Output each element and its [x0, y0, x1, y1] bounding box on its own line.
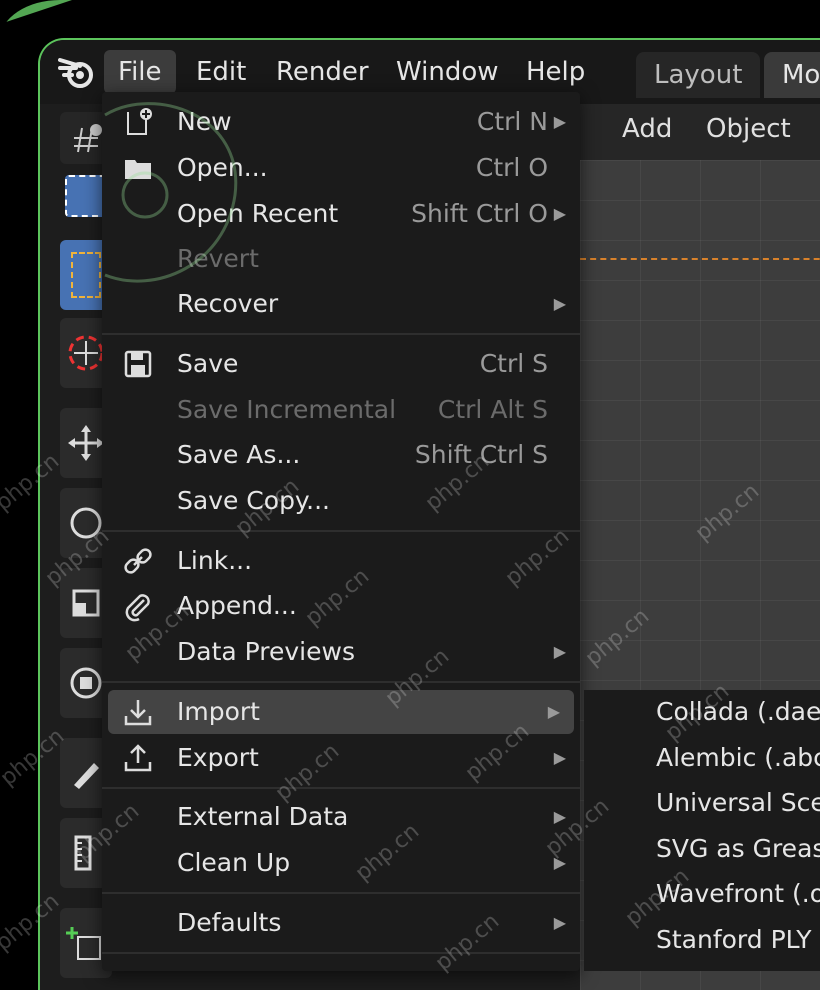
menu-item-revert: Revert — [177, 244, 259, 273]
menu-separator — [102, 952, 580, 954]
submenu-arrow-icon: ▶ — [553, 853, 566, 872]
menu-separator — [102, 787, 580, 789]
import-svg-grease-pencil[interactable]: SVG as Grease — [656, 827, 820, 871]
menu-edit[interactable]: Edit — [182, 50, 260, 94]
menu-item-save-incremental: Save Incremental Ctrl Alt S — [177, 395, 548, 424]
menu-separator — [102, 333, 580, 335]
tab-layout[interactable]: Layout — [636, 52, 761, 98]
menu-separator — [102, 681, 580, 683]
menu-file[interactable]: File — [104, 50, 176, 94]
viewport-menu-add[interactable]: Add — [622, 114, 672, 144]
tab-modeling[interactable]: Mo — [764, 52, 820, 98]
submenu-arrow-icon: ▶ — [553, 112, 566, 131]
menu-item-defaults[interactable]: Defaults ▶ — [102, 901, 580, 945]
blender-logo-icon[interactable] — [58, 54, 96, 92]
save-icon — [122, 348, 154, 380]
submenu-arrow-icon: ▶ — [553, 807, 566, 826]
menu-separator — [102, 530, 580, 532]
menu-item-export[interactable]: Export ▶ — [102, 736, 580, 780]
submenu-arrow-icon: ▶ — [553, 294, 566, 313]
selection-outline — [580, 258, 820, 260]
import-icon — [122, 696, 154, 728]
import-alembic[interactable]: Alembic (.abc — [656, 736, 820, 780]
folder-icon — [122, 152, 154, 184]
menu-item-save[interactable]: Save Ctrl S — [102, 342, 580, 386]
menu-item-append[interactable]: Append... — [102, 584, 580, 628]
file-menu: New Ctrl N ▶ Open... Ctrl O Open Recent … — [102, 92, 580, 971]
menu-help[interactable]: Help — [512, 50, 599, 94]
menu-item-save-copy[interactable]: Save Copy... — [102, 479, 580, 523]
viewport-header: Add Object — [580, 104, 820, 160]
submenu-arrow-icon: ▶ — [553, 913, 566, 932]
import-wavefront-obj[interactable]: Wavefront (.ol — [656, 872, 820, 916]
menu-item-open[interactable]: Open... Ctrl O — [102, 146, 580, 190]
import-collada[interactable]: Collada (.dae) — [656, 690, 820, 734]
menu-item-recover[interactable]: Recover ▶ — [102, 282, 580, 326]
menu-item-external-data[interactable]: External Data ▶ — [102, 795, 580, 839]
link-icon — [122, 545, 154, 577]
menu-item-link[interactable]: Link... — [102, 539, 580, 583]
menu-item-clean-up[interactable]: Clean Up ▶ — [102, 841, 580, 885]
menu-render[interactable]: Render — [262, 50, 383, 94]
menu-window[interactable]: Window — [382, 50, 513, 94]
submenu-arrow-icon: ▶ — [553, 204, 566, 223]
import-stanford-ply[interactable]: Stanford PLY — [656, 918, 812, 962]
import-usd[interactable]: Universal Sce — [656, 781, 820, 825]
new-file-icon — [122, 106, 154, 138]
submenu-arrow-icon: ▶ — [553, 642, 566, 661]
menu-item-open-recent[interactable]: Open Recent Shift Ctrl O ▶ — [102, 192, 580, 236]
menu-item-import[interactable]: Import ▶ — [108, 690, 574, 734]
menu-item-data-previews[interactable]: Data Previews ▶ — [102, 630, 580, 674]
menu-separator — [102, 892, 580, 894]
import-submenu: Collada (.dae) Alembic (.abc Universal S… — [584, 690, 820, 971]
submenu-arrow-icon: ▶ — [553, 748, 566, 767]
submenu-arrow-icon: ▶ — [547, 702, 560, 721]
paperclip-icon — [122, 590, 154, 622]
menu-item-save-as[interactable]: Save As... Shift Ctrl S — [102, 433, 580, 477]
export-icon — [122, 742, 154, 774]
menu-item-new[interactable]: New Ctrl N ▶ — [102, 100, 580, 144]
viewport-menu-object[interactable]: Object — [706, 114, 791, 144]
